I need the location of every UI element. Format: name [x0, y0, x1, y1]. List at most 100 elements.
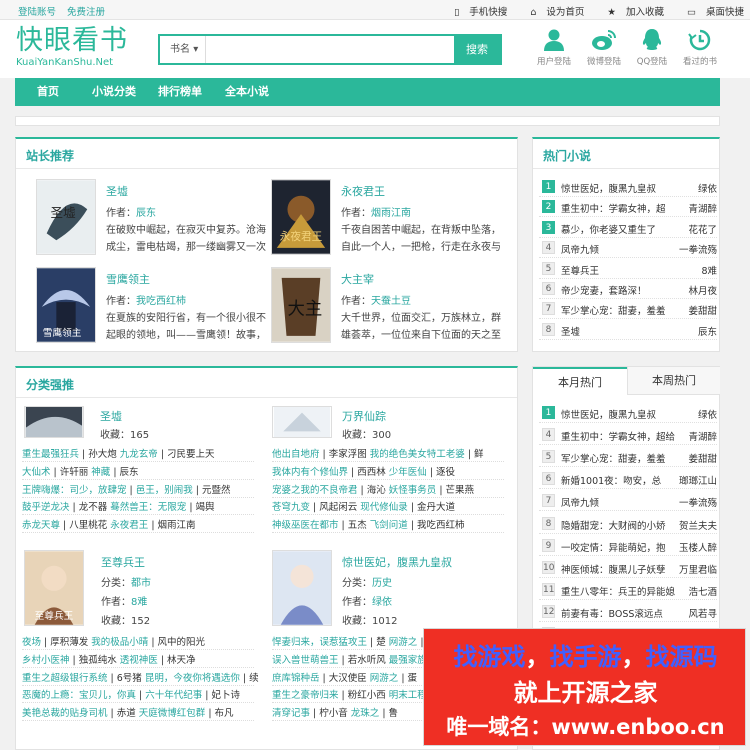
- book-title-link[interactable]: 神级巫医在都市: [272, 520, 339, 531]
- rank-row[interactable]: 5 至尊兵王 8难: [539, 259, 717, 279]
- list-item[interactable]: 我体内有个修仙界 | 西西林 少年医仙 | 逐役: [272, 464, 455, 480]
- book-title-link[interactable]: 庶库锦种岳: [272, 673, 320, 684]
- book-author[interactable]: 辰东: [698, 324, 717, 338]
- book-author[interactable]: 林月夜: [688, 283, 717, 297]
- rank-row[interactable]: 5 军少掌心宠：甜妻，羞羞 姜甜甜: [539, 447, 717, 468]
- book-title-link[interactable]: 明末工程: [389, 690, 427, 701]
- site-logo[interactable]: 快眼看书 KuaiYanKanShu.Net: [16, 26, 128, 69]
- login-link[interactable]: 登陆账号: [18, 7, 56, 18]
- book-author[interactable]: 我吃西红柿: [136, 296, 186, 307]
- book-title[interactable]: 至尊兵王: [561, 263, 599, 277]
- book-title[interactable]: 新婚1001夜：吻安，总: [561, 473, 661, 487]
- recommend-book[interactable]: 永夜君王 永夜君王 作者：烟雨江南 千夜自困苦中崛起，在背叛中坠落，自此一个人，…: [271, 179, 501, 259]
- book-title[interactable]: 前妻有毒：BOSS滚远点: [561, 606, 663, 620]
- search-button[interactable]: 搜索: [454, 36, 500, 63]
- list-item[interactable]: 宠婆之我的不良帝君 | 海沁 妖怪事务员 | 芒果燕: [272, 482, 474, 498]
- book-title-link[interactable]: 他出自地府: [272, 449, 320, 460]
- list-item[interactable]: 神级巫医在都市 | 五杰 飞剑问道 | 我吃西红柿: [272, 517, 465, 533]
- book-title[interactable]: 至尊兵王: [101, 554, 145, 570]
- book-author[interactable]: 天蚕土豆: [371, 296, 411, 307]
- book-title-link[interactable]: 恶魔的上瘾：宝贝儿，你真: [22, 690, 136, 701]
- rank-row[interactable]: 6 帝少宠妻，套路深！ 林月夜: [539, 279, 717, 299]
- list-item[interactable]: 悍妻归来，误惹猛攻王 | 楚 网游之 | 浩: [272, 634, 436, 650]
- list-item[interactable]: 重生最强狂兵 | 孙大炮 九龙玄帝 | 刁民要上天: [22, 446, 215, 462]
- register-link[interactable]: 免费注册: [67, 7, 105, 18]
- add-favorite-link[interactable]: ★ 加入收藏: [597, 7, 664, 18]
- book-title[interactable]: 雪鹰领主: [106, 271, 150, 287]
- book-title-link[interactable]: 透视神医: [120, 655, 158, 666]
- book-title[interactable]: 大主宰: [341, 271, 374, 287]
- mobile-link[interactable]: ▯ 手机快搜: [444, 7, 507, 18]
- category-book[interactable]: 至尊兵王 至尊兵王 分类：都市 作者：8难 收藏：152: [24, 550, 254, 632]
- book-title-link[interactable]: 误入兽世萌兽王: [272, 655, 339, 666]
- rank-row[interactable]: 6 新婚1001夜：吻安，总 瑯瑯江山: [539, 469, 717, 490]
- book-title[interactable]: 惊世医妃，腹黑九皇叔: [561, 407, 656, 421]
- book-author[interactable]: 风若寻: [688, 606, 717, 620]
- book-title-link[interactable]: 邑王，别闹我: [136, 485, 193, 496]
- book-author[interactable]: 姜甜甜: [688, 303, 717, 317]
- list-item[interactable]: 重生之超级银行系统 | 6号猪 昆明，今夜你将遇选你 | 续: [22, 670, 259, 686]
- list-item[interactable]: 清穿记事 | 柠小音 龙珠之 | 鲁: [272, 705, 398, 721]
- book-title-link[interactable]: 六十年代纪事: [145, 690, 202, 701]
- book-title[interactable]: 隐婚甜宠：大财阀的小娇: [561, 518, 666, 532]
- book-title[interactable]: 慕少，你老婆又重生了: [561, 222, 656, 236]
- tab-weekly[interactable]: 本周热门: [627, 367, 720, 395]
- book-title[interactable]: 凤帝九倾: [561, 495, 599, 509]
- list-item[interactable]: 鼓乎逆龙决 | 龙不器 蓦然兽王：无限宠 | 竭舆: [22, 499, 215, 515]
- user-login-button[interactable]: 用户登陆: [532, 28, 576, 67]
- book-title-link[interactable]: 我的绝色美女特工老婆: [370, 449, 465, 460]
- book-title[interactable]: 圣墟: [106, 183, 128, 199]
- list-item[interactable]: 恶魔的上瘾：宝贝儿，你真 | 六十年代纪事 | 妃卜诗: [22, 687, 240, 703]
- book-title-link[interactable]: 神藏: [91, 467, 110, 478]
- recommend-book[interactable]: 大主 大主宰 作者：天蚕土豆 大千世界，位面交汇，万族林立，群雄荟萃，一位位来自…: [271, 267, 501, 347]
- list-item[interactable]: 夜场 | 厚积薄发 我的极品小晴 | 风中的阳光: [22, 634, 205, 650]
- book-title[interactable]: 帝少宠妻，套路深！: [561, 283, 647, 297]
- book-title-link[interactable]: 网游之: [389, 637, 418, 648]
- list-item[interactable]: 误入兽世萌兽王 | 若水听风 最强家族 | 朋: [272, 652, 446, 668]
- book-title[interactable]: 圣墟: [561, 324, 580, 338]
- book-author[interactable]: 8难: [701, 263, 717, 277]
- recommend-book[interactable]: 圣墟 圣墟 作者：辰东 在破败中崛起，在寂灭中复苏。沧海成尘，雷电枯竭，那一缕幽…: [36, 179, 266, 259]
- book-title-link[interactable]: 重生最强狂兵: [22, 449, 79, 460]
- rank-row[interactable]: 2 重生初中：学霸女神，超 青湖醉: [539, 197, 717, 218]
- list-item[interactable]: 大仙术 | 许轩丽 神藏 | 辰东: [22, 464, 139, 480]
- rank-row[interactable]: 10 神医倾城：腹黑儿子妖孽 万里君临: [539, 558, 717, 578]
- nav-rankings[interactable]: 排行榜单: [158, 78, 202, 106]
- search-category-select[interactable]: 书名 ▾: [160, 36, 206, 63]
- list-item[interactable]: 重生之豪帝归来 | 粉红小西 明末工程 | 雪: [272, 687, 446, 703]
- nav-categories[interactable]: 小说分类: [92, 78, 136, 106]
- book-title-link[interactable]: 最强家族: [389, 655, 427, 666]
- rank-row[interactable]: 12 前妻有毒：BOSS滚远点 风若寻: [539, 602, 717, 622]
- book-author[interactable]: 花花了: [688, 222, 717, 236]
- book-author[interactable]: 绿依: [698, 181, 717, 195]
- book-author[interactable]: 一拳流殇: [679, 242, 717, 256]
- book-author[interactable]: 贺兰夫夫: [679, 518, 717, 532]
- book-title-link[interactable]: 我的极品小晴: [91, 637, 148, 648]
- book-title-link[interactable]: 悍妻归来，误惹猛攻王: [272, 637, 367, 648]
- list-item[interactable]: 苍穹九变 | 风起闲云 现代修仙录 | 金丹大道: [272, 499, 455, 515]
- rank-row[interactable]: 7 凤帝九倾 一拳流殇: [539, 491, 717, 512]
- book-title-link[interactable]: 赤龙天尊: [22, 520, 60, 531]
- book-author[interactable]: 青湖醉: [688, 201, 717, 215]
- book-title[interactable]: 神医倾城：腹黑儿子妖孽: [561, 562, 666, 576]
- book-author[interactable]: 辰东: [136, 208, 156, 219]
- history-button[interactable]: 看过的书: [678, 28, 722, 67]
- book-title-link[interactable]: 蓦然兽王：无限宠: [110, 502, 186, 513]
- book-title[interactable]: 圣墟: [100, 408, 122, 424]
- list-item[interactable]: 美艳总裁的贴身司机 | 赤道 天庭微博红包群 | 布凡: [22, 705, 234, 721]
- book-title-link[interactable]: 宠婆之我的不良帝君: [272, 485, 358, 496]
- book-author[interactable]: 姜甜甜: [688, 451, 717, 465]
- list-item[interactable]: 乡村小医神 | 独孤纯水 透视神医 | 林天净: [22, 652, 196, 668]
- book-title-link[interactable]: 苍穹九变: [272, 502, 310, 513]
- book-author[interactable]: 瑯瑯江山: [679, 473, 717, 487]
- book-title[interactable]: 重生八零年：兵王的异能媳: [561, 584, 675, 598]
- book-title-link[interactable]: 美艳总裁的贴身司机: [22, 708, 108, 719]
- tab-monthly[interactable]: 本月热门: [533, 367, 627, 395]
- book-title-link[interactable]: 昆明，今夜你将遇选你: [145, 673, 240, 684]
- rank-row[interactable]: 3 慕少，你老婆又重生了 花花了: [539, 218, 717, 238]
- book-title[interactable]: 重生初中：学霸女神，超给: [561, 429, 675, 443]
- desktop-shortcut-link[interactable]: ▭ 桌面快捷: [677, 7, 744, 18]
- book-title-link[interactable]: 现代修仙录: [360, 502, 408, 513]
- book-title[interactable]: 重生初中：学霸女神，超: [561, 201, 666, 215]
- rank-row[interactable]: 8 隐婚甜宠：大财阀的小娇 贺兰夫夫: [539, 514, 717, 534]
